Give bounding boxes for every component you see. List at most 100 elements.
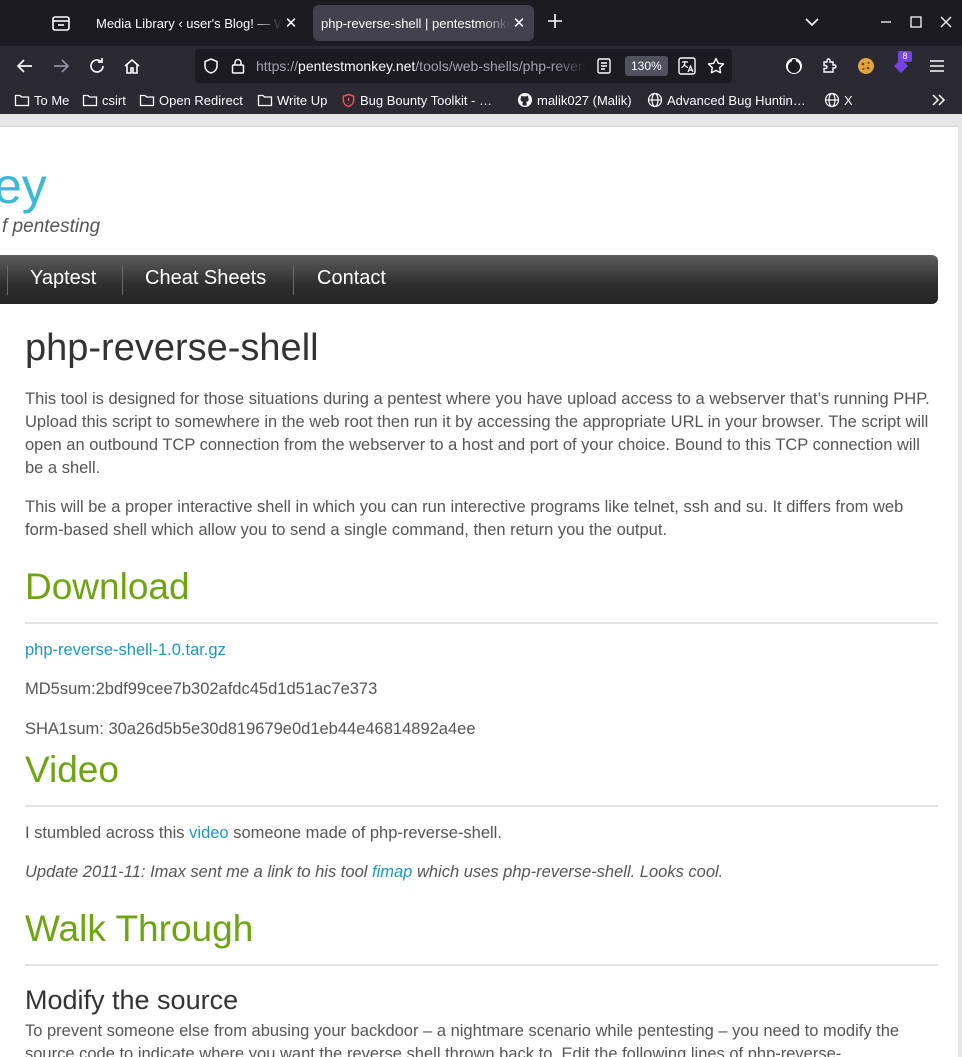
site-title[interactable]: ey bbox=[0, 158, 47, 214]
bookmark-csirt[interactable]: csirt bbox=[82, 91, 126, 109]
close-icon bbox=[940, 16, 952, 28]
video-heading: Video bbox=[25, 749, 938, 807]
video-text-after: someone made of php-reverse-shell. bbox=[228, 824, 502, 842]
tracking-protection-shield-icon[interactable] bbox=[202, 57, 220, 80]
menu-item-contact[interactable]: Contact bbox=[317, 267, 386, 290]
home-button[interactable] bbox=[120, 54, 144, 78]
page-right-border bbox=[958, 114, 962, 1057]
bookmark-label: Bug Bounty Toolkit - … bbox=[360, 92, 492, 108]
bookmark-label: Open Redirect bbox=[159, 92, 243, 108]
close-window-button[interactable] bbox=[936, 12, 956, 32]
menu-item-cheat-sheets[interactable]: Cheat Sheets bbox=[145, 267, 266, 290]
arrow-right-icon bbox=[54, 59, 70, 73]
update-text-after: which uses php-reverse-shell. Looks cool… bbox=[412, 863, 724, 881]
navigation-toolbar: https://pentestmonkey.net/tools/web-shel… bbox=[0, 46, 962, 86]
bookmark-open-redirect[interactable]: Open Redirect bbox=[139, 91, 243, 109]
md5-checksum: MD5sum:2bdf99cee7b302afdc45d1d51ac7e373 bbox=[25, 680, 378, 698]
url-path: /tools/web-shells/php-reverse-shell bbox=[415, 58, 586, 74]
menu-separator bbox=[7, 265, 8, 295]
maximize-button[interactable] bbox=[906, 12, 926, 32]
plus-icon bbox=[548, 14, 562, 28]
menu-separator bbox=[122, 265, 123, 295]
app-menu-button[interactable] bbox=[925, 54, 949, 78]
zoom-level-button[interactable]: 130% bbox=[625, 56, 668, 76]
download-file-link[interactable]: php-reverse-shell-1.0.tar.gz bbox=[25, 641, 226, 659]
bookmark-label: Write Up bbox=[277, 92, 328, 108]
github-icon bbox=[518, 93, 532, 107]
video-link[interactable]: video bbox=[189, 824, 228, 842]
lock-icon[interactable] bbox=[230, 57, 246, 80]
site-description: f pentesting bbox=[2, 216, 101, 237]
video-paragraph: I stumbled across this video someone mad… bbox=[25, 822, 938, 845]
extension-disc-button[interactable] bbox=[782, 54, 806, 78]
extension-count-badge: 8 bbox=[898, 51, 912, 62]
folder-icon bbox=[14, 94, 30, 107]
firefox-view-icon bbox=[52, 16, 70, 31]
menu-separator bbox=[293, 265, 294, 295]
home-icon bbox=[124, 58, 140, 74]
url-host: pentestmonkey.net bbox=[298, 58, 416, 74]
bookmark-label: csirt bbox=[102, 92, 126, 108]
tab-media-library[interactable]: Media Library ‹ user's Blog! — WordPress… bbox=[88, 5, 306, 41]
cookie-extension-button[interactable] bbox=[854, 54, 878, 78]
chevron-double-right-icon bbox=[932, 94, 946, 106]
tab-php-reverse-shell[interactable]: php-reverse-shell | pentestmonkey ✕ bbox=[313, 5, 534, 41]
bookmark-write-up[interactable]: Write Up bbox=[257, 91, 327, 109]
fimap-link[interactable]: fimap bbox=[372, 863, 412, 881]
bookmark-github-malik[interactable]: malik027 (Malik) bbox=[517, 91, 632, 109]
puzzle-icon bbox=[823, 58, 837, 73]
folder-icon bbox=[82, 94, 98, 107]
bookmark-to-me[interactable]: To Me bbox=[14, 91, 69, 109]
reload-button[interactable] bbox=[85, 54, 109, 78]
forward-button[interactable] bbox=[49, 54, 73, 78]
bookmark-label: Advanced Bug Huntin… bbox=[667, 92, 806, 108]
menu-item-yaptest[interactable]: Yaptest bbox=[30, 267, 96, 290]
cookie-icon bbox=[858, 58, 874, 74]
article: php-reverse-shell This tool is designed … bbox=[25, 326, 938, 1057]
address-bar[interactable]: https://pentestmonkey.net/tools/web-shel… bbox=[195, 49, 732, 83]
bookmarks-toolbar: To Me csirt Open Redirect Write Up Bug B… bbox=[0, 86, 962, 114]
close-tab-icon[interactable]: ✕ bbox=[284, 14, 298, 32]
more-bookmarks-button[interactable] bbox=[930, 91, 948, 114]
bookmark-bug-bounty-toolkit[interactable]: Bug Bounty Toolkit - … bbox=[341, 91, 492, 109]
shield-icon bbox=[342, 93, 355, 107]
url-text[interactable]: https://pentestmonkey.net/tools/web-shel… bbox=[256, 58, 586, 74]
back-button[interactable] bbox=[13, 54, 37, 78]
walkthrough-heading: Walk Through bbox=[25, 908, 938, 966]
video-text-before: I stumbled across this bbox=[25, 824, 190, 842]
bookmark-label: malik027 (Malik) bbox=[537, 92, 632, 108]
update-note: Update 2011-11: Imax sent me a link to h… bbox=[25, 861, 938, 884]
update-text-before: Update 2011-11: Imax sent me a link to h… bbox=[25, 863, 372, 881]
hamburger-menu-icon bbox=[930, 60, 944, 72]
close-tab-icon[interactable]: ✕ bbox=[512, 14, 526, 32]
globe-icon bbox=[647, 92, 663, 108]
minimize-icon bbox=[881, 21, 891, 23]
bookmark-advanced-bug-hunting[interactable]: Advanced Bug Huntin… bbox=[647, 91, 806, 109]
bookmark-star-icon[interactable] bbox=[706, 56, 726, 81]
list-all-tabs-button[interactable] bbox=[802, 12, 822, 32]
intro-paragraph-2: This will be a proper interactive shell … bbox=[25, 498, 904, 539]
reload-icon bbox=[90, 58, 104, 73]
reader-view-icon[interactable] bbox=[596, 57, 612, 80]
bookmark-x[interactable]: X bbox=[824, 91, 853, 109]
modify-source-heading: Modify the source bbox=[25, 985, 239, 1015]
url-scheme: https:// bbox=[256, 58, 299, 74]
sha1-checksum: SHA1sum: 30a26d5b5e30d819679e0d1eb44e468… bbox=[25, 720, 476, 738]
tab-title: php-reverse-shell | pentestmonkey bbox=[321, 15, 510, 31]
firefox-view-button[interactable] bbox=[50, 12, 72, 34]
main-menu: Yaptest Cheat Sheets Contact bbox=[0, 255, 938, 304]
download-heading: Download bbox=[25, 566, 938, 624]
page-title: php-reverse-shell bbox=[25, 327, 319, 369]
page-viewport: ey f pentesting Yaptest Cheat Sheets Con… bbox=[0, 114, 962, 1057]
globe-icon bbox=[824, 92, 840, 108]
bookmark-label: To Me bbox=[34, 92, 70, 108]
new-tab-button[interactable] bbox=[546, 12, 564, 34]
maximize-icon bbox=[910, 16, 922, 28]
folder-icon bbox=[139, 94, 155, 107]
bookmark-label: X bbox=[844, 92, 853, 108]
minimize-button[interactable] bbox=[876, 12, 896, 32]
extensions-button[interactable] bbox=[818, 54, 842, 78]
tab-bar: Media Library ‹ user's Blog! — WordPress… bbox=[0, 0, 962, 46]
translate-icon[interactable] bbox=[677, 56, 697, 81]
tab-title: Media Library ‹ user's Blog! — WordPress bbox=[96, 15, 282, 31]
